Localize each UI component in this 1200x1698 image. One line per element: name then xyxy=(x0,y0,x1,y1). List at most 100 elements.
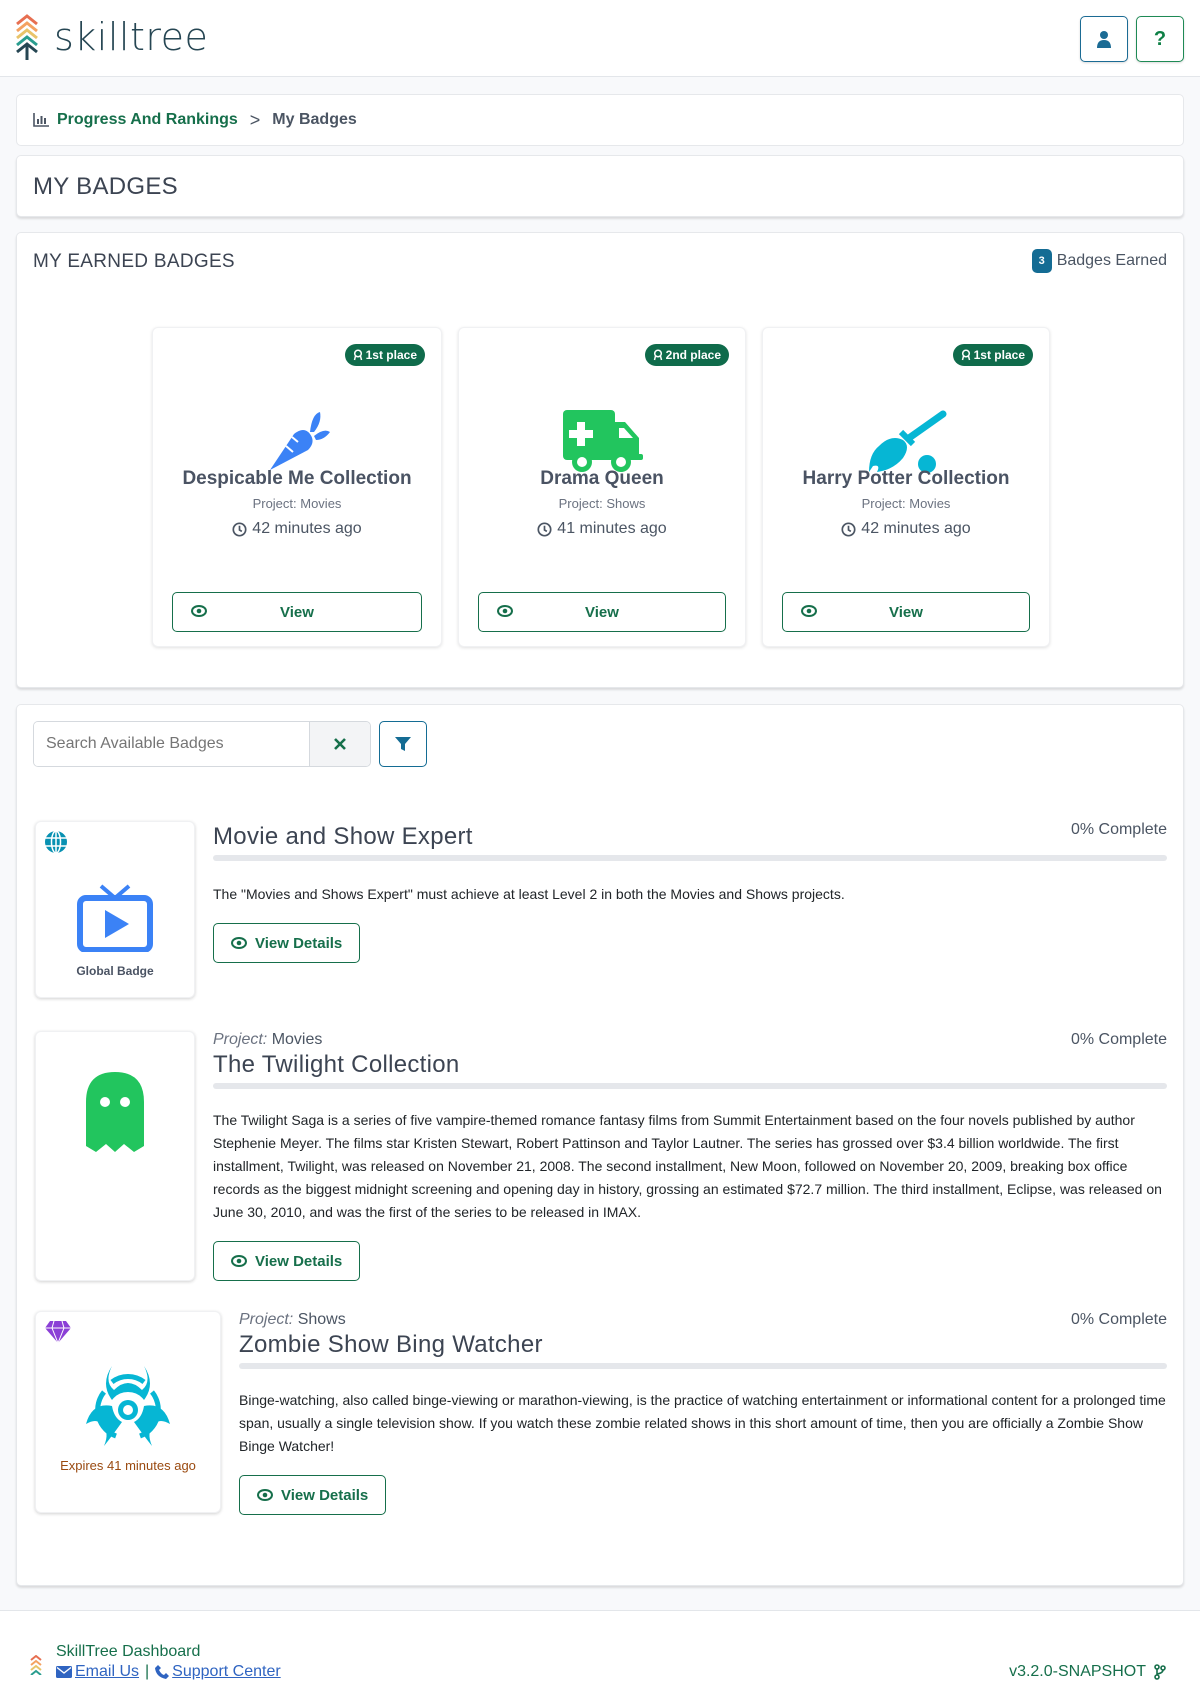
eye-icon xyxy=(497,605,513,617)
filter-button[interactable] xyxy=(379,721,427,767)
view-details-button[interactable]: View Details xyxy=(213,1241,361,1281)
badge-earned-time: 42 minutes ago xyxy=(763,520,1049,538)
badge-project: Project: Movies xyxy=(252,496,342,511)
badge-title[interactable]: The Twilight Collection xyxy=(213,1051,1167,1079)
ghost-icon xyxy=(36,1072,194,1154)
badge-description: The "Movies and Shows Expert" must achie… xyxy=(213,886,845,902)
badge-progress-bar xyxy=(239,1363,1167,1369)
email-us-link[interactable]: Email Us xyxy=(75,1663,139,1681)
view-badge-button[interactable]: View xyxy=(478,592,726,632)
support-center-link[interactable]: Support Center xyxy=(172,1663,281,1681)
percent-complete: 0% Complete xyxy=(1070,821,1167,838)
carrot-icon xyxy=(153,408,441,474)
eye-icon xyxy=(231,1255,247,1267)
breadcrumb-progress-and-rankings[interactable]: Progress And Rankings xyxy=(57,111,238,129)
place-badge: 2nd place xyxy=(644,344,729,366)
footer-separator: | xyxy=(145,1663,150,1680)
help-button[interactable]: ? xyxy=(1136,16,1184,62)
clock-icon xyxy=(232,521,247,537)
globe-icon xyxy=(45,830,67,854)
eye-icon xyxy=(257,1489,273,1501)
badge-project: Project: Movies xyxy=(861,496,951,511)
award-icon xyxy=(353,349,362,361)
earned-badge-card: 2nd place Drama Queen Project: Shows 41 … xyxy=(458,327,746,647)
available-badge-row: Expires 41 minutes ago 0% Complete Proje… xyxy=(33,1311,1167,1515)
badge-project: Project: Shows xyxy=(239,1311,346,1328)
earned-badge-card: 1st place Despicable Me Collection Proje… xyxy=(152,327,442,647)
view-details-button[interactable]: View Details xyxy=(239,1475,387,1515)
user-settings-button[interactable] xyxy=(1080,16,1128,62)
app-version: v3.2.0-SNAPSHOT xyxy=(1009,1663,1166,1681)
global-badge-caption: Global Badge xyxy=(76,964,154,978)
clock-icon xyxy=(537,521,552,537)
skilltree-tree-icon xyxy=(16,14,38,60)
eye-icon xyxy=(231,937,247,949)
badge-description: The Twilight Saga is a series of five va… xyxy=(213,1112,1162,1220)
question-icon: ? xyxy=(1153,27,1167,50)
badge-project: Project: Movies xyxy=(213,1031,323,1048)
search-group xyxy=(33,721,371,767)
badge-name: Drama Queen xyxy=(540,468,664,489)
skilltree-small-logo-icon xyxy=(30,1655,42,1675)
percent-complete: 0% Complete xyxy=(1070,1311,1167,1328)
badge-description: Binge-watching, also called binge-viewin… xyxy=(239,1392,1166,1454)
footer-links: Email Us | Support Center xyxy=(56,1663,281,1681)
badge-thumbnail[interactable]: Expires 41 minutes ago xyxy=(35,1311,221,1513)
view-badge-button[interactable]: View xyxy=(782,592,1030,632)
view-details-button[interactable]: View Details xyxy=(213,923,361,963)
expiration-caption: Expires 41 minutes ago xyxy=(60,1458,196,1473)
available-badge-row: Global Badge 0% Complete Movie and Show … xyxy=(33,821,1167,1001)
clock-icon xyxy=(841,521,856,537)
badge-thumbnail[interactable]: Global Badge xyxy=(35,821,195,998)
broom-icon xyxy=(763,408,1049,474)
place-badge: 1st place xyxy=(952,344,1033,366)
view-badge-button[interactable]: View xyxy=(172,592,422,632)
app-name: skilltree xyxy=(54,15,209,59)
x-icon xyxy=(334,738,346,750)
gem-icon xyxy=(45,1320,71,1344)
available-badge-row: 0% Complete Project: Movies The Twilight… xyxy=(33,1031,1167,1281)
earned-badge-card: 1st place Harry Potter Collection Projec… xyxy=(762,327,1050,647)
badge-earned-time: 42 minutes ago xyxy=(153,520,441,538)
page-title-card: MY BADGES xyxy=(16,155,1184,217)
badge-thumbnail[interactable] xyxy=(35,1031,195,1281)
app-header: skilltree ? xyxy=(0,0,1200,77)
award-icon xyxy=(653,349,662,361)
badge-body: 0% Complete Movie and Show Expert The "M… xyxy=(213,821,1167,963)
badge-progress-bar xyxy=(213,1083,1167,1089)
footer-title: SkillTree Dashboard xyxy=(56,1643,201,1660)
badge-title[interactable]: Movie and Show Expert xyxy=(213,823,1167,851)
footer: SkillTree Dashboard Email Us | Support C… xyxy=(0,1610,1200,1698)
clear-search-button[interactable] xyxy=(309,722,370,766)
page-title: MY BADGES xyxy=(33,173,178,200)
tv-icon xyxy=(36,884,194,952)
earned-badges-title: MY EARNED BADGES xyxy=(33,251,235,272)
badges-earned-count: 3 Badges Earned xyxy=(1031,249,1167,273)
eye-icon xyxy=(801,605,817,617)
badge-body: 0% Complete Project: Movies The Twilight… xyxy=(213,1031,1167,1281)
badge-progress-bar xyxy=(213,855,1167,861)
breadcrumb-separator: > xyxy=(249,109,261,130)
badge-title[interactable]: Zombie Show Bing Watcher xyxy=(239,1331,1167,1359)
award-icon xyxy=(961,349,970,361)
phone-icon xyxy=(155,1665,170,1679)
earned-count-pill: 3 xyxy=(1031,249,1052,273)
chart-bar-icon xyxy=(33,113,49,127)
breadcrumb-current: My Badges xyxy=(272,111,357,128)
badge-earned-time: 41 minutes ago xyxy=(459,520,745,538)
earned-badges-section: MY EARNED BADGES 3 Badges Earned 1st pla… xyxy=(16,232,1184,688)
skilltree-logo[interactable]: skilltree xyxy=(14,14,208,60)
biohazard-icon xyxy=(36,1362,220,1446)
envelope-icon xyxy=(56,1666,72,1678)
code-branch-icon xyxy=(1154,1664,1166,1680)
user-icon xyxy=(1097,31,1111,48)
eye-icon xyxy=(191,605,207,617)
breadcrumb: Progress And Rankings > My Badges xyxy=(16,94,1184,146)
search-available-badges-input[interactable] xyxy=(34,722,309,766)
badge-name: Despicable Me Collection xyxy=(182,468,412,489)
badge-project: Project: Shows xyxy=(558,496,646,511)
badge-body: 0% Complete Project: Shows Zombie Show B… xyxy=(239,1311,1167,1515)
ambulance-icon xyxy=(459,408,745,474)
filter-icon xyxy=(395,737,411,751)
available-badges-section: Global Badge 0% Complete Movie and Show … xyxy=(16,704,1184,1586)
